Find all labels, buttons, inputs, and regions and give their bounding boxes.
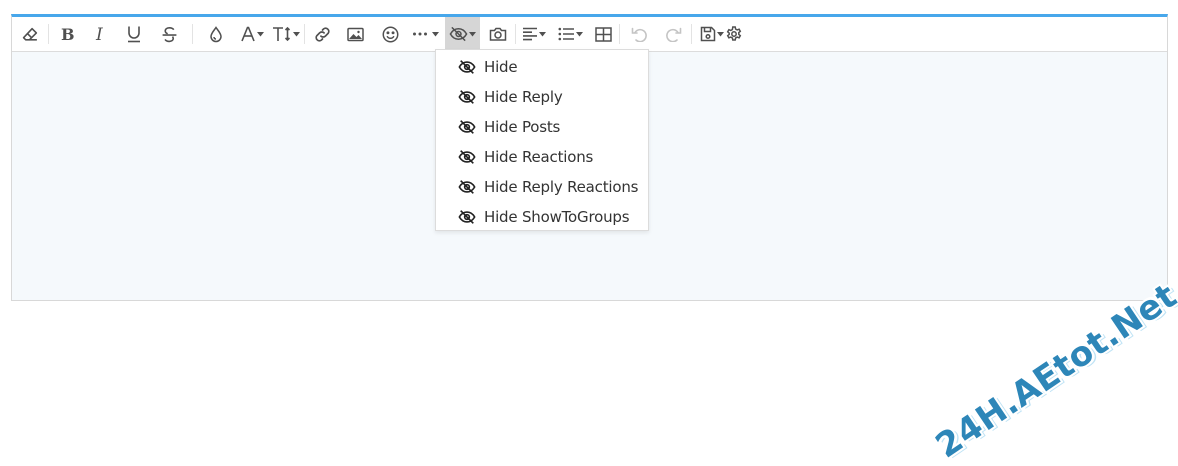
toolbar-separator — [515, 24, 516, 44]
eye-slash-icon — [458, 60, 476, 74]
menu-item-label: Hide — [484, 58, 518, 76]
align-left-icon[interactable] — [519, 17, 549, 51]
eye-slash-icon — [458, 90, 476, 104]
table-icon[interactable] — [592, 17, 614, 51]
menu-item-label: Hide Reactions — [484, 148, 594, 166]
list-icon[interactable] — [554, 17, 586, 51]
menu-item-label: Hide Reply — [484, 88, 563, 106]
svg-text:B: B — [61, 26, 74, 42]
toolbar-separator — [192, 24, 193, 44]
menu-item-label: Hide Posts — [484, 118, 561, 136]
text-color-icon[interactable] — [205, 17, 227, 51]
eraser-icon[interactable] — [19, 17, 41, 51]
eye-slash-icon — [449, 26, 468, 42]
more-options-icon[interactable] — [410, 17, 440, 51]
toolbar-separator — [304, 24, 305, 44]
hide-dropdown-menu: Hide Hide Reply Hide Posts Hide Reaction… — [435, 49, 649, 231]
image-icon[interactable] — [344, 17, 366, 51]
watermark: 24H.AEtot.Net — [928, 275, 1178, 466]
menu-item-hide-posts[interactable]: Hide Posts — [436, 112, 648, 142]
undo-icon[interactable] — [628, 17, 650, 51]
redo-icon[interactable] — [662, 17, 684, 51]
menu-item-hide[interactable]: Hide — [436, 52, 648, 82]
strikethrough-icon[interactable] — [158, 17, 180, 51]
gear-icon[interactable] — [723, 17, 745, 51]
eye-slash-icon — [458, 150, 476, 164]
editor-toolbar: B I — [12, 17, 1167, 52]
menu-item-hide-reply-reactions[interactable]: Hide Reply Reactions — [436, 172, 648, 202]
smiley-icon[interactable] — [379, 17, 401, 51]
link-icon[interactable] — [311, 17, 333, 51]
bold-icon[interactable]: B — [56, 17, 78, 51]
font-family-icon[interactable] — [237, 17, 267, 51]
font-size-icon[interactable] — [270, 17, 302, 51]
menu-item-label: Hide ShowToGroups — [484, 208, 630, 226]
camera-icon[interactable] — [487, 17, 509, 51]
eye-slash-icon — [458, 120, 476, 134]
menu-item-hide-reply[interactable]: Hide Reply — [436, 82, 648, 112]
menu-item-hide-reactions[interactable]: Hide Reactions — [436, 142, 648, 172]
eye-slash-icon — [458, 210, 476, 224]
italic-icon[interactable]: I — [90, 17, 112, 51]
toolbar-separator — [619, 24, 620, 44]
menu-item-label: Hide Reply Reactions — [484, 178, 639, 196]
toolbar-separator — [691, 24, 692, 44]
toolbar-separator — [48, 24, 49, 44]
underline-icon[interactable] — [123, 17, 145, 51]
eye-slash-icon — [458, 180, 476, 194]
hide-button[interactable] — [445, 17, 480, 51]
svg-text:I: I — [95, 26, 103, 42]
menu-item-hide-showtogroups[interactable]: Hide ShowToGroups — [436, 202, 648, 232]
